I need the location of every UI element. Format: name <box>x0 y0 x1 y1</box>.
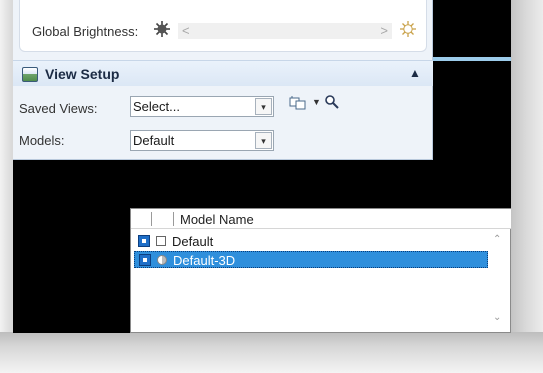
models-combo[interactable]: Default ▾ <box>130 130 274 151</box>
scroll-down-chevron-icon[interactable]: ⌄ <box>493 312 501 323</box>
list-item[interactable]: Default <box>134 233 488 250</box>
window-shadow-bottom <box>0 332 543 373</box>
model-list[interactable]: Model Name Default Default-3D ⌃ ⌄ <box>130 208 511 333</box>
view-highlight-line <box>432 57 511 61</box>
view-settings-panel: Global Brightness: < > View Setup ▲ Save… <box>13 0 433 160</box>
model-display-icon[interactable] <box>139 254 151 266</box>
saved-views-icon[interactable] <box>289 95 307 111</box>
column-separator[interactable] <box>173 212 174 226</box>
view-setup-icon <box>22 67 38 82</box>
chevron-down-icon[interactable]: ▾ <box>255 132 272 149</box>
model-name: Default-3D <box>173 253 236 268</box>
view-setup-header[interactable]: View Setup ▲ <box>13 60 433 86</box>
saved-views-combo[interactable]: Select... ▾ <box>130 96 274 117</box>
magnifier-icon[interactable] <box>324 94 340 110</box>
chevron-down-icon[interactable]: ▾ <box>255 98 272 115</box>
model-name-column-header[interactable]: Model Name <box>180 212 254 227</box>
model-display-icon[interactable] <box>138 235 150 247</box>
saved-views-value: Select... <box>133 99 180 114</box>
slider-right-arrow[interactable]: > <box>380 23 388 38</box>
model-checkbox[interactable] <box>156 236 166 246</box>
collapse-chevron-icon[interactable]: ▲ <box>409 66 421 80</box>
model-name: Default <box>172 234 214 249</box>
sun-dark-icon[interactable] <box>153 20 171 38</box>
views-dropdown-caret-icon[interactable]: ▼ <box>312 97 321 107</box>
view-setup-title: View Setup <box>45 66 120 82</box>
window-shadow-right <box>511 0 543 373</box>
list-item[interactable]: Default-3D <box>134 251 488 268</box>
model-3d-icon[interactable] <box>157 255 167 265</box>
sun-light-icon[interactable] <box>399 20 417 38</box>
brightness-group: Global Brightness: < > <box>19 0 427 52</box>
brightness-slider[interactable]: < > <box>178 23 392 39</box>
models-label: Models: <box>19 133 65 148</box>
saved-views-label: Saved Views: <box>19 101 98 116</box>
models-value: Default <box>133 133 175 148</box>
list-header: Model Name <box>131 209 511 229</box>
column-separator[interactable] <box>151 212 152 226</box>
scroll-up-chevron-icon[interactable]: ⌃ <box>493 234 501 245</box>
global-brightness-label: Global Brightness: <box>32 24 139 39</box>
slider-left-arrow[interactable]: < <box>182 23 190 38</box>
